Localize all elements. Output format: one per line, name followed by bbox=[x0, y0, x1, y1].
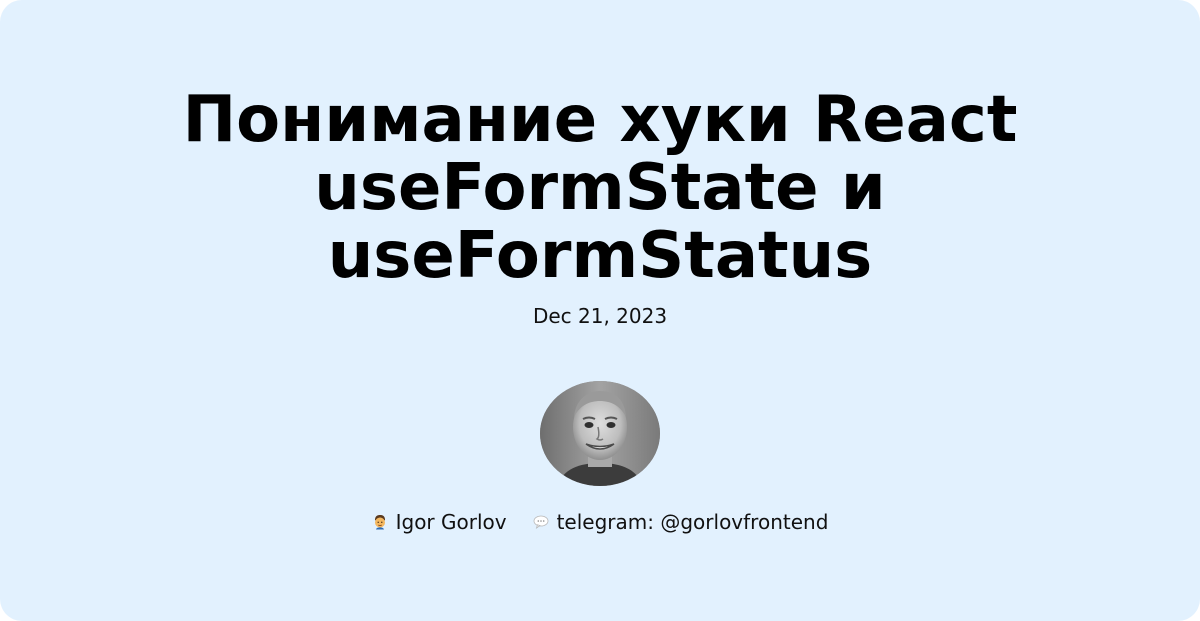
author-name: Igor Gorlov bbox=[395, 510, 507, 534]
article-title: Понимание хуки React useFormState и useF… bbox=[182, 83, 1018, 293]
author-meta: Igor Gorlov telegram: @gorlovfrontend bbox=[0, 508, 1200, 536]
author-name-item: Igor Gorlov bbox=[372, 508, 507, 536]
man-emoji-icon bbox=[372, 514, 388, 530]
author-contact: telegram: @gorlovfrontend bbox=[556, 510, 829, 534]
og-card: Понимание хуки React useFormState и useF… bbox=[0, 0, 1200, 621]
speech-bubble-icon bbox=[533, 514, 549, 530]
author-avatar bbox=[540, 381, 660, 486]
article-date: Dec 21, 2023 bbox=[532, 304, 668, 328]
author-contact-item: telegram: @gorlovfrontend bbox=[533, 508, 829, 536]
